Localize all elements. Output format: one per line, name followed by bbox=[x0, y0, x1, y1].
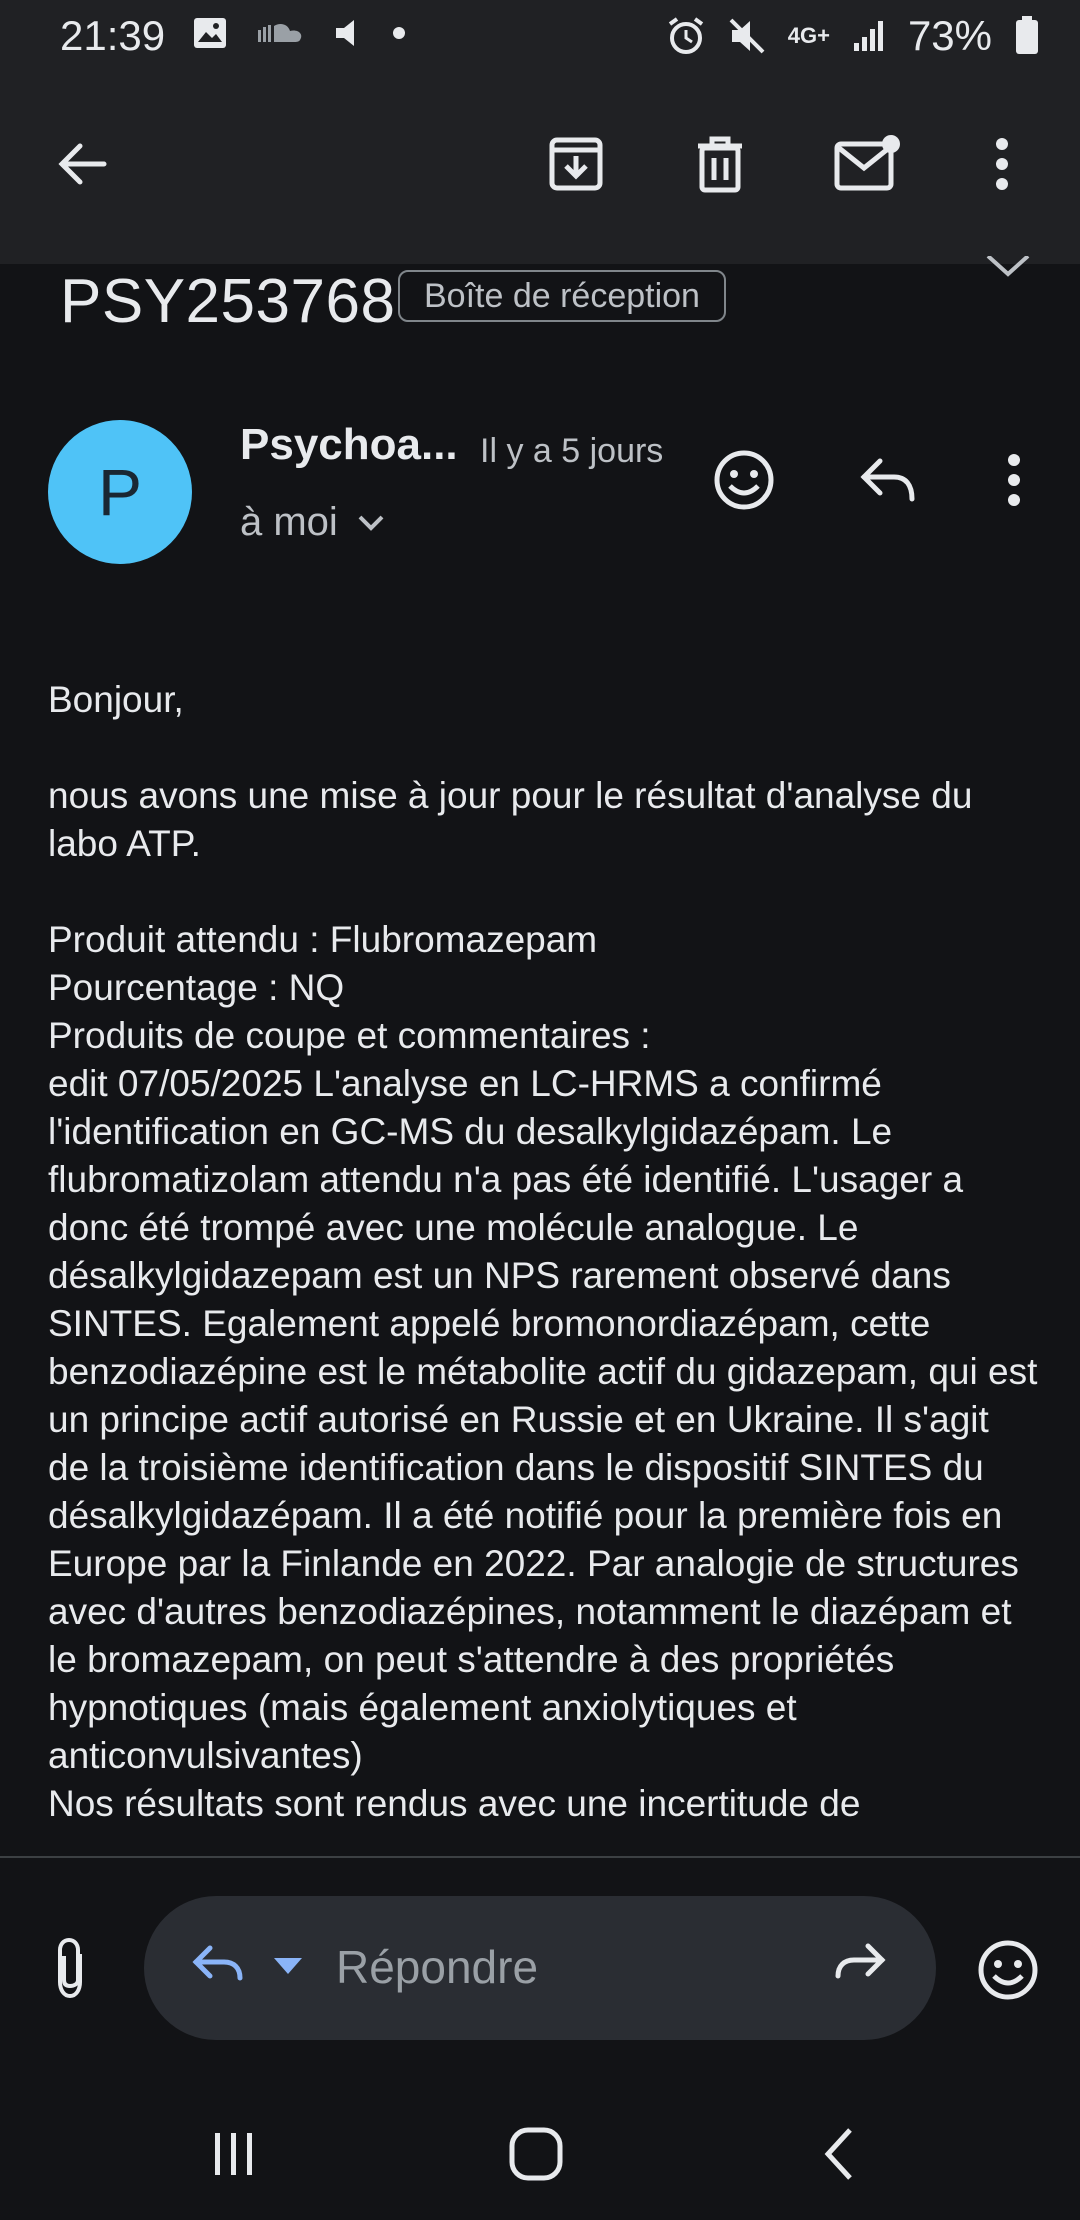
reply-placeholder[interactable]: Répondre bbox=[336, 1940, 538, 1994]
battery-icon bbox=[1016, 16, 1038, 54]
percentage: Pourcentage : NQ bbox=[48, 967, 345, 1008]
reply-icon bbox=[860, 458, 915, 502]
email-toolbar bbox=[0, 80, 1080, 264]
more-vert-icon bbox=[1008, 454, 1020, 506]
delete-button[interactable] bbox=[678, 122, 762, 206]
chevron-left-icon bbox=[824, 2128, 852, 2180]
paperclip-icon bbox=[58, 1937, 82, 1999]
attach-button[interactable] bbox=[36, 1926, 104, 2010]
sender-name[interactable]: Psychoa... bbox=[240, 420, 458, 470]
recent-apps-button[interactable] bbox=[190, 2110, 278, 2198]
nav-back-button[interactable] bbox=[796, 2110, 884, 2198]
mark-unread-button[interactable] bbox=[820, 122, 916, 206]
mute-icon bbox=[729, 18, 765, 54]
more-vert-icon bbox=[996, 138, 1008, 190]
recipient-toggle[interactable]: à moi bbox=[240, 500, 386, 545]
gallery-icon bbox=[194, 18, 226, 48]
message-more-button[interactable] bbox=[990, 440, 1038, 520]
alarm-icon bbox=[668, 17, 703, 54]
avatar[interactable]: P bbox=[48, 420, 192, 564]
react-emoji-button[interactable] bbox=[704, 440, 784, 520]
notification-dot-icon bbox=[393, 27, 405, 39]
status-bar: 21:39 4G+ 73% bbox=[0, 0, 1080, 80]
home-button[interactable] bbox=[492, 2110, 580, 2198]
star-icon[interactable] bbox=[984, 256, 1032, 280]
reply-icon[interactable] bbox=[190, 1942, 246, 1992]
system-nav-bar bbox=[0, 2080, 1080, 2220]
signal-icon bbox=[853, 21, 883, 51]
back-button[interactable] bbox=[40, 122, 124, 206]
status-right-icons: 4G+ 73% bbox=[666, 12, 1040, 60]
divider bbox=[0, 1856, 1080, 1858]
volume-icon bbox=[336, 20, 354, 46]
mail-unread-icon bbox=[834, 135, 900, 191]
analysis-comment: edit 07/05/2025 L'analyse en LC-HRMS a c… bbox=[48, 1063, 1038, 1776]
email-body: Bonjour, nous avons une mise à jour pour… bbox=[48, 676, 1038, 1854]
comments-label: Produits de coupe et commentaires : bbox=[48, 1015, 651, 1056]
dropdown-icon[interactable] bbox=[272, 1956, 304, 1976]
greeting: Bonjour, bbox=[48, 679, 184, 720]
status-time: 21:39 bbox=[60, 12, 166, 59]
subject-row: PSY253768 Boîte de réception bbox=[0, 256, 1080, 336]
intro-paragraph: nous avons une mise à jour pour le résul… bbox=[48, 775, 973, 864]
soundcloud-icon bbox=[258, 23, 302, 42]
network-type: 4G+ bbox=[787, 23, 830, 48]
arrow-back-icon bbox=[58, 143, 107, 185]
emoji-icon bbox=[714, 450, 774, 510]
forward-icon[interactable] bbox=[832, 1940, 888, 1990]
inbox-label-chip[interactable]: Boîte de réception bbox=[398, 270, 726, 322]
email-subject: PSY253768 bbox=[60, 267, 396, 336]
email-time: Il y a 5 jours bbox=[480, 432, 664, 470]
archive-icon bbox=[549, 137, 603, 191]
emoji-icon bbox=[978, 1940, 1038, 2000]
reply-button[interactable] bbox=[848, 440, 928, 520]
reply-bar[interactable]: Répondre bbox=[144, 1896, 936, 2040]
emoji-button[interactable] bbox=[964, 1926, 1052, 2014]
more-options-button[interactable] bbox=[970, 122, 1034, 206]
recipient-label: à moi bbox=[240, 500, 338, 544]
home-icon bbox=[509, 2127, 563, 2181]
chevron-down-icon bbox=[358, 515, 384, 531]
status-left-icons bbox=[192, 16, 406, 50]
expected-product: Produit attendu : Flubromazepam bbox=[48, 919, 598, 960]
archive-button[interactable] bbox=[534, 122, 618, 206]
battery-percent: 73% bbox=[907, 12, 992, 59]
recent-apps-icon bbox=[215, 2133, 252, 2175]
trailing-text: Nos résultats sont rendus avec une incer… bbox=[48, 1783, 861, 1824]
trash-icon bbox=[698, 136, 742, 193]
